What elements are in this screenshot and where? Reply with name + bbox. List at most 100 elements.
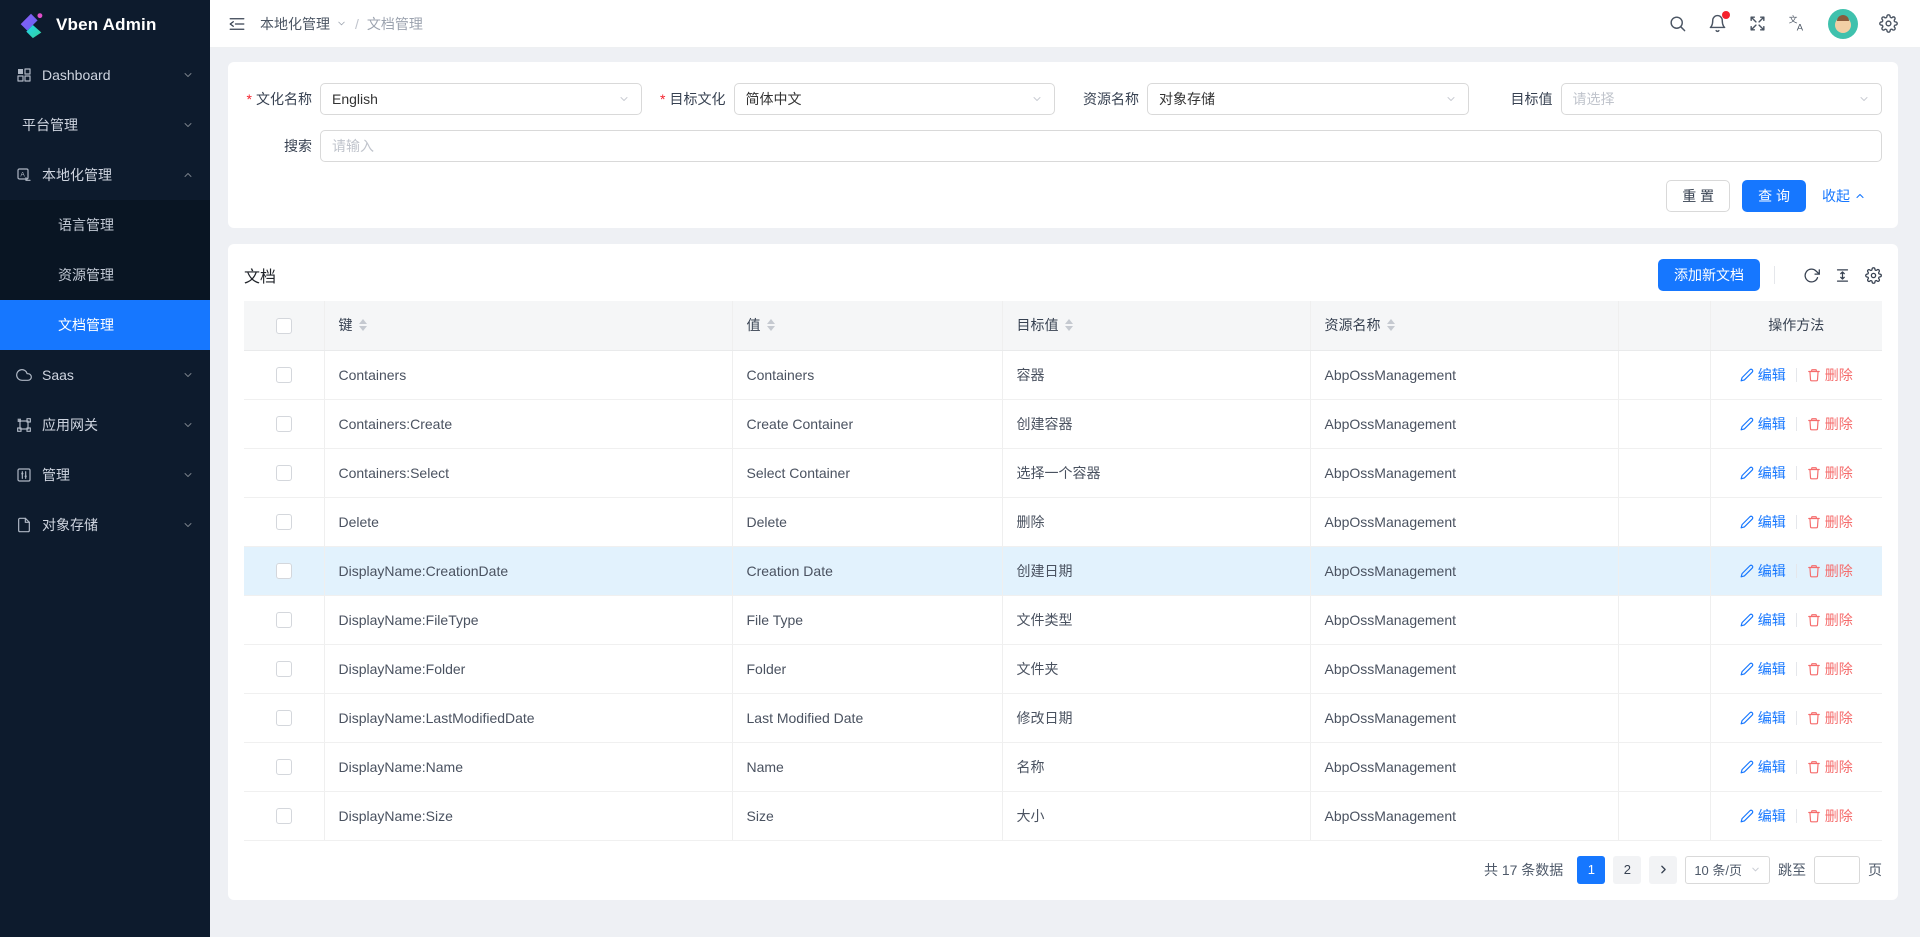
row-checkbox[interactable] [276,661,292,677]
table-row: Delete Delete 删除 AbpOssManagement 编辑 删除 [244,497,1882,546]
avatar[interactable] [1828,9,1858,39]
app-logo[interactable]: Vben Admin [0,0,210,50]
culture-label: 文化名称 [228,89,320,109]
delete-button[interactable]: 删除 [1807,610,1853,630]
cell-target-value: 名称 [1002,742,1310,791]
edit-button[interactable]: 编辑 [1740,757,1786,777]
delete-button[interactable]: 删除 [1807,414,1853,434]
target-value-select[interactable]: 请选择 [1561,83,1883,115]
cell-empty [1618,546,1710,595]
row-checkbox[interactable] [276,563,292,579]
language-button[interactable] [1788,14,1807,33]
sort-icon[interactable] [767,319,775,331]
row-checkbox[interactable] [276,465,292,481]
notifications-button[interactable] [1708,14,1727,33]
query-button[interactable]: 查 询 [1742,180,1806,212]
sidebar-item-document-management[interactable]: 文档管理 [0,300,210,350]
sidebar-item-gateway[interactable]: 应用网关 [0,400,210,450]
cell-resource-name: AbpOssManagement [1310,644,1618,693]
delete-button[interactable]: 删除 [1807,512,1853,532]
delete-button[interactable]: 删除 [1807,757,1853,777]
edit-button[interactable]: 编辑 [1740,365,1786,385]
jump-to-input[interactable] [1814,856,1860,884]
row-checkbox[interactable] [276,710,292,726]
delete-button[interactable]: 删除 [1807,708,1853,728]
add-document-button[interactable]: 添加新文档 [1658,259,1760,291]
sort-icon[interactable] [1065,319,1073,331]
row-checkbox[interactable] [276,612,292,628]
cell-key: DisplayName:CreationDate [324,546,732,595]
row-checkbox[interactable] [276,759,292,775]
column-header-resource[interactable]: 资源名称 [1310,301,1618,350]
column-header-key[interactable]: 键 [324,301,732,350]
edit-button[interactable]: 编辑 [1740,610,1786,630]
column-header-target[interactable]: 目标值 [1002,301,1310,350]
chevron-down-icon [1750,864,1761,875]
cell-target-value: 创建容器 [1002,399,1310,448]
row-checkbox[interactable] [276,808,292,824]
sidebar-item-localization[interactable]: 本地化管理 [0,150,210,200]
row-checkbox[interactable] [276,416,292,432]
cell-resource-name: AbpOssManagement [1310,546,1618,595]
next-page-button[interactable] [1649,856,1677,884]
panel-title: 文档 [244,263,276,287]
sidebar-item-object-storage[interactable]: 对象存储 [0,500,210,550]
select-all-checkbox[interactable] [276,318,292,334]
chevron-up-icon [1854,190,1866,202]
edit-button[interactable]: 编辑 [1740,561,1786,581]
sidebar-item-platform[interactable]: 平台管理 [0,100,210,150]
sort-icon[interactable] [359,319,367,331]
trash-icon [1807,368,1821,382]
search-button[interactable] [1668,14,1687,33]
edit-button[interactable]: 编辑 [1740,659,1786,679]
column-header-value[interactable]: 值 [732,301,1002,350]
reset-button[interactable]: 重 置 [1666,180,1730,212]
page-button-1[interactable]: 1 [1577,856,1605,884]
edit-button[interactable]: 编辑 [1740,708,1786,728]
delete-button[interactable]: 删除 [1807,659,1853,679]
sidebar-item-dashboard[interactable]: Dashboard [0,50,210,100]
resource-name-select-value: 对象存储 [1159,89,1445,109]
trash-icon [1807,417,1821,431]
resource-name-select[interactable]: 对象存储 [1147,83,1469,115]
row-checkbox[interactable] [276,514,292,530]
breadcrumb-section[interactable]: 本地化管理 [260,14,330,34]
fullscreen-button[interactable] [1748,14,1767,33]
settings-button[interactable] [1879,14,1898,33]
row-height-button[interactable] [1834,267,1851,284]
column-header-label: 值 [747,315,761,335]
collapse-filter-link[interactable]: 收起 [1822,186,1866,206]
breadcrumb-page: 文档管理 [367,14,423,34]
filter-panel: 文化名称 English 目标文化 简体中文 资源名称 [228,62,1898,228]
cloud-icon [16,367,32,383]
sidebar-item-language-management[interactable]: 语言管理 [0,200,210,250]
search-input[interactable] [332,138,1870,154]
sort-icon[interactable] [1387,319,1395,331]
delete-button[interactable]: 删除 [1807,806,1853,826]
cell-empty [1618,350,1710,399]
table-row: DisplayName:Folder Folder 文件夹 AbpOssMana… [244,644,1882,693]
edit-button[interactable]: 编辑 [1740,806,1786,826]
edit-label: 编辑 [1758,708,1786,728]
sidebar-item-saas[interactable]: Saas [0,350,210,400]
table-settings-button[interactable] [1865,267,1882,284]
edit-button[interactable]: 编辑 [1740,463,1786,483]
sidebar-collapse-button[interactable] [228,15,246,33]
target-culture-select[interactable]: 简体中文 [734,83,1056,115]
page-size-select[interactable]: 10 条/页 [1685,856,1770,884]
row-checkbox[interactable] [276,367,292,383]
cell-resource-name: AbpOssManagement [1310,595,1618,644]
action-divider [1796,564,1797,578]
cell-target-value: 文件类型 [1002,595,1310,644]
culture-select[interactable]: English [320,83,642,115]
edit-button[interactable]: 编辑 [1740,512,1786,532]
gear-icon [1865,267,1882,284]
edit-button[interactable]: 编辑 [1740,414,1786,434]
page-button-2[interactable]: 2 [1613,856,1641,884]
sidebar-item-resource-management[interactable]: 资源管理 [0,250,210,300]
refresh-button[interactable] [1803,267,1820,284]
delete-button[interactable]: 删除 [1807,561,1853,581]
delete-button[interactable]: 删除 [1807,365,1853,385]
sidebar-item-management[interactable]: 管理 [0,450,210,500]
delete-button[interactable]: 删除 [1807,463,1853,483]
